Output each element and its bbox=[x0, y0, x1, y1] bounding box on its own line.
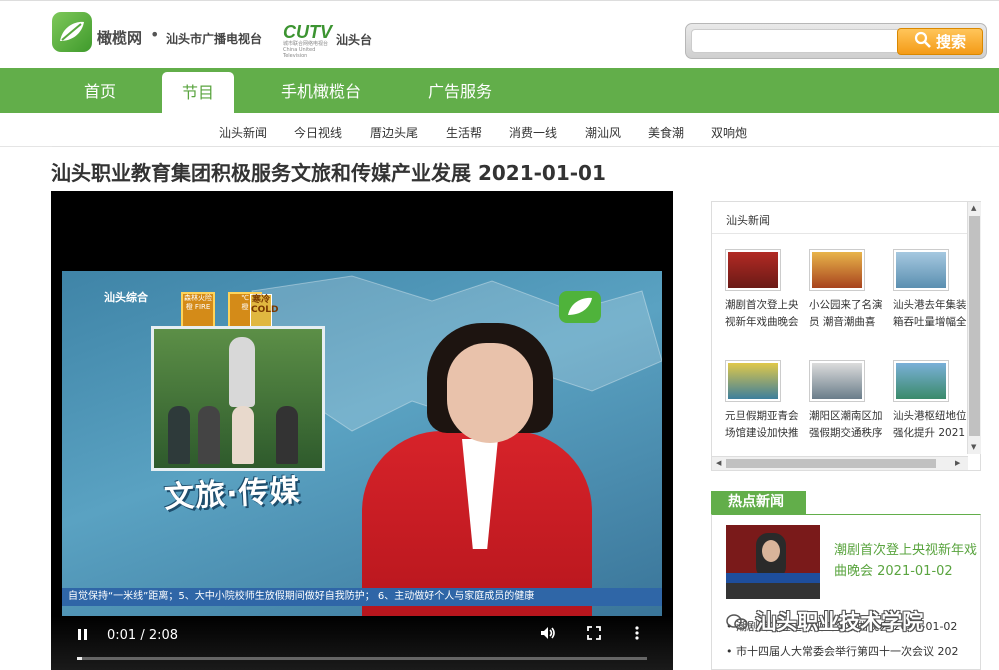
hot-news-row[interactable]: • 市十四届人大常委会举行第四十一次会议 202 bbox=[726, 643, 958, 659]
cold-warning-icon: 寒冷 COLD bbox=[250, 294, 278, 328]
fire-risk-sub: 橙 FIRE bbox=[185, 303, 211, 311]
hot-news-tab[interactable]: 热点新闻 bbox=[711, 491, 806, 514]
news-thumbnail bbox=[725, 249, 781, 291]
news-caption: 潮阳区潮南区加强假期交通秩序 bbox=[809, 410, 883, 439]
student-figure bbox=[276, 406, 298, 464]
news-caption: 汕头港去年集装箱吞吐量增幅全 bbox=[893, 299, 967, 328]
subnav-item-shantou-news[interactable]: 汕头新闻 bbox=[219, 124, 267, 141]
student-figure bbox=[232, 406, 254, 464]
news-caption: 小公园来了名演员 潮音潮曲喜 bbox=[809, 299, 883, 328]
news-item[interactable]: 汕头港枢纽地位强化提升 2021 bbox=[893, 360, 975, 444]
subnav-divider bbox=[52, 146, 981, 147]
search-input[interactable] bbox=[691, 29, 901, 53]
site-header: 橄榄网 • 汕头市广播电视台 CUTV 城市联合网络电视台 China Unit… bbox=[0, 0, 999, 68]
page-title: 汕头职业教育集团积极服务文旅和传媒产业发展 2021-01-01 bbox=[51, 161, 606, 185]
news-ticker: 自觉保持“一米线”距离；5、大中小院校师生放假期间做好自我防护； 6、主动做好个… bbox=[62, 588, 662, 606]
subnav-item-neighborhood[interactable]: 厝边头尾 bbox=[370, 124, 418, 141]
hot-news-thumbnail[interactable] bbox=[726, 525, 820, 599]
brand-name[interactable]: 橄榄网 bbox=[97, 27, 142, 48]
horizontal-scroll-thumb[interactable] bbox=[726, 459, 936, 468]
watermark: 汕头职业技术学院 bbox=[726, 606, 923, 636]
fire-risk-label: 森林火险 bbox=[184, 294, 212, 302]
inset-photo bbox=[151, 326, 325, 471]
more-options-icon[interactable] bbox=[635, 625, 639, 644]
news-thumbnail bbox=[893, 360, 949, 402]
watermark-text: 汕头职业技术学院 bbox=[755, 610, 924, 634]
scroll-down-icon[interactable]: ▼ bbox=[971, 443, 976, 451]
scroll-left-icon[interactable]: ◀ bbox=[716, 459, 721, 467]
news-thumbnail bbox=[809, 249, 865, 291]
news-item[interactable]: 小公园来了名演员 潮音潮曲喜 bbox=[809, 249, 891, 333]
temperature-sub: 橙 bbox=[241, 303, 249, 311]
student-figure bbox=[168, 406, 190, 464]
news-box-title: 汕头新闻 bbox=[726, 214, 770, 227]
olive-leaf-logo-icon[interactable] bbox=[52, 12, 92, 52]
subnav-item-double-cannon[interactable]: 双响炮 bbox=[711, 124, 747, 141]
news-caption: 潮剧首次登上央视新年戏曲晚会 bbox=[725, 299, 799, 328]
volume-icon[interactable] bbox=[540, 626, 556, 644]
news-caption: 汕头港枢纽地位强化提升 2021 bbox=[893, 410, 967, 439]
search-button-label: 搜索 bbox=[935, 33, 966, 51]
subnav-item-chaoshan-style[interactable]: 潮汕风 bbox=[585, 124, 621, 141]
student-figure bbox=[198, 406, 220, 464]
scroll-up-icon[interactable]: ▲ bbox=[971, 204, 976, 212]
fullscreen-icon[interactable] bbox=[587, 625, 601, 644]
subnav-item-life-help[interactable]: 生活帮 bbox=[446, 124, 482, 141]
search-bar: 搜索 bbox=[685, 23, 987, 59]
news-thumbnail bbox=[893, 249, 949, 291]
olive-corner-logo-icon bbox=[559, 291, 601, 323]
video-progress-fill bbox=[77, 657, 82, 660]
pause-icon[interactable] bbox=[77, 628, 89, 645]
nav-item-ads[interactable]: 广告服务 bbox=[412, 68, 508, 113]
horizontal-scrollbar[interactable]: ◀ ▶ bbox=[712, 456, 968, 470]
cold-warning-label: 寒冷 bbox=[251, 295, 270, 305]
news-item[interactable]: 元旦假期亚青会场馆建设加快推 bbox=[725, 360, 807, 444]
cutv-logo-subtitle: 城市联合网络电视台 China United Television bbox=[283, 41, 329, 59]
magnifier-icon bbox=[914, 31, 932, 53]
nav-item-mobile[interactable]: 手机橄榄台 bbox=[266, 68, 376, 113]
channel-logo: 汕头综合 bbox=[104, 291, 148, 304]
sub-nav: 汕头新闻 今日视线 厝边头尾 生活帮 消费一线 潮汕风 美食潮 双响炮 bbox=[0, 113, 999, 147]
video-frame: 汕头综合 森林火险橙 FIRE ℃ 橙 寒冷 COLD 文旅·传媒 自觉保持“一米线… bbox=[62, 271, 662, 616]
video-caption: 文旅·传媒 bbox=[163, 473, 302, 516]
fire-risk-icon: 森林火险橙 FIRE bbox=[181, 292, 215, 328]
video-progress-bar[interactable] bbox=[77, 657, 647, 660]
subnav-item-food[interactable]: 美食潮 bbox=[648, 124, 684, 141]
cutv-logo-text: CUTV bbox=[283, 22, 332, 42]
anchor-face bbox=[447, 343, 533, 443]
news-box-divider bbox=[712, 233, 968, 234]
station-name: 汕头市广播电视台 bbox=[166, 32, 263, 46]
main-nav: 首页 节目 手机橄榄台 广告服务 bbox=[0, 68, 999, 113]
cold-warning-sub: COLD bbox=[251, 305, 279, 315]
cutv-logo-icon: CUTV 城市联合网络电视台 China United Television bbox=[283, 22, 335, 59]
video-player[interactable]: 汕头综合 森林火险橙 FIRE ℃ 橙 寒冷 COLD 文旅·传媒 自觉保持“一米线… bbox=[51, 191, 673, 670]
news-caption: 元旦假期亚青会场馆建设加快推 bbox=[725, 410, 799, 439]
vertical-scrollbar[interactable]: ▲ ▼ bbox=[967, 202, 981, 454]
hot-news-feature-title[interactable]: 潮剧首次登上央视新年戏曲晚会 2021-01-02 bbox=[834, 540, 978, 582]
cutv-city-name: 汕头台 bbox=[336, 33, 373, 47]
video-controls: 0:01 / 2:08 bbox=[51, 616, 673, 670]
nav-item-home[interactable]: 首页 bbox=[62, 68, 138, 113]
video-time: 0:01 / 2:08 bbox=[107, 628, 179, 643]
nav-item-programs[interactable]: 节目 bbox=[162, 72, 234, 113]
brand-separator: • bbox=[150, 25, 160, 44]
news-item[interactable]: 潮剧首次登上央视新年戏曲晚会 bbox=[725, 249, 807, 333]
hot-news-box: 潮剧首次登上央视新年戏曲晚会 2021-01-02 • 潮剧首次登上央视新年戏曲… bbox=[711, 514, 981, 670]
search-button[interactable]: 搜索 bbox=[897, 28, 983, 55]
news-thumbnail bbox=[725, 360, 781, 402]
news-item[interactable]: 潮阳区潮南区加强假期交通秩序 bbox=[809, 360, 891, 444]
page: 橄榄网 • 汕头市广播电视台 CUTV 城市联合网络电视台 China Unit… bbox=[0, 0, 999, 670]
news-item[interactable]: 汕头港去年集装箱吞吐量增幅全 bbox=[893, 249, 975, 333]
subnav-item-today-view[interactable]: 今日视线 bbox=[294, 124, 342, 141]
news-thumbnail bbox=[809, 360, 865, 402]
vertical-scroll-thumb[interactable] bbox=[969, 216, 980, 436]
statue-figure bbox=[229, 337, 255, 407]
scroll-right-icon[interactable]: ▶ bbox=[955, 459, 960, 467]
shantou-news-box: 汕头新闻 潮剧首次登上央视新年戏曲晚会 小公园来了名演员 潮音潮曲喜 汕头港去年… bbox=[711, 201, 981, 471]
subnav-item-consumer[interactable]: 消费一线 bbox=[509, 124, 557, 141]
temperature-label: ℃ bbox=[241, 294, 249, 302]
